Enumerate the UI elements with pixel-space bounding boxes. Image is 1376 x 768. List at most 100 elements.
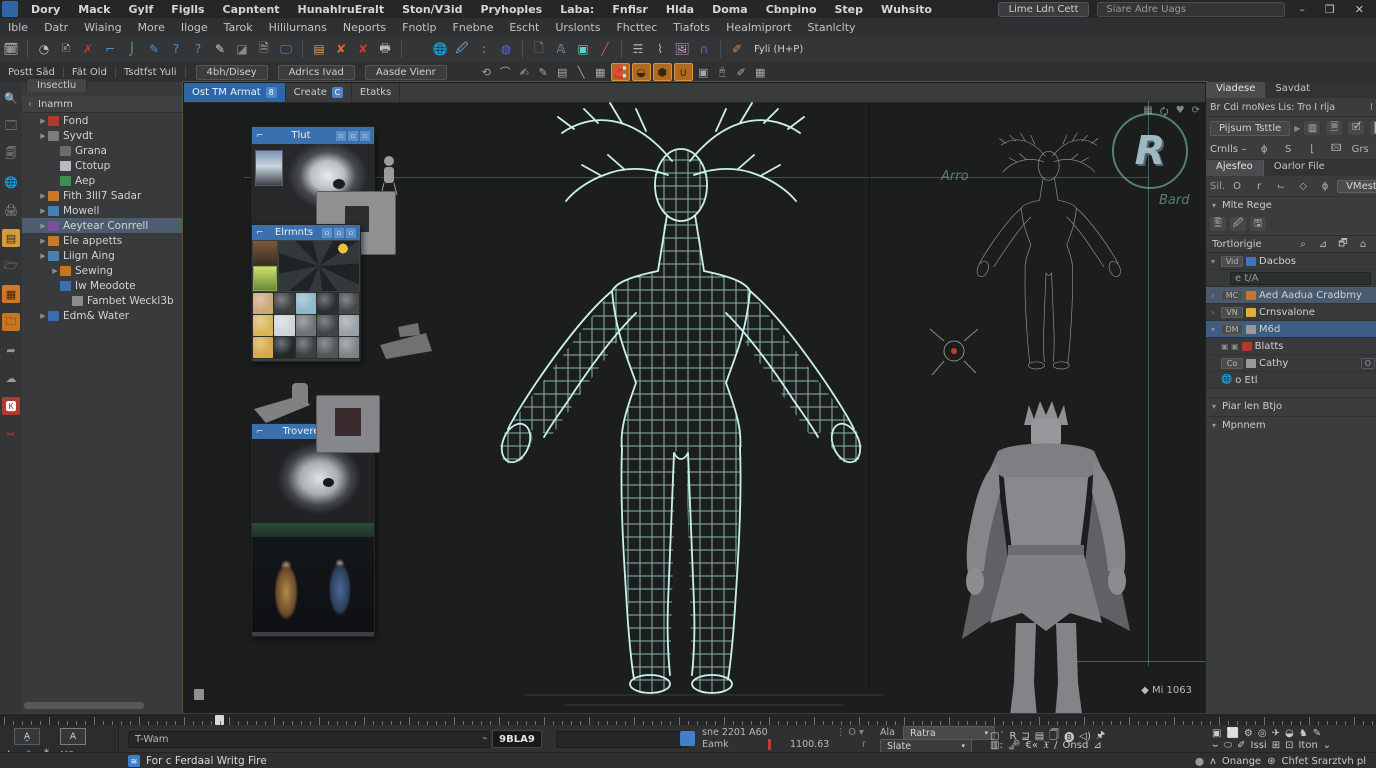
outliner-item-ele-appetts[interactable]: ▶Ele appetts bbox=[22, 233, 182, 248]
tv-icon[interactable]: 🖵 bbox=[276, 40, 296, 58]
chev-icon[interactable]: ⌄ bbox=[1323, 740, 1331, 751]
eamk-label[interactable]: Eamk bbox=[702, 739, 729, 750]
menu2-item-2[interactable]: Wiaing bbox=[76, 21, 129, 34]
material-swatch-10[interactable] bbox=[253, 337, 273, 358]
pose-icon[interactable]: ⌡ bbox=[122, 40, 142, 58]
snap-curve-icon[interactable]: ◒ bbox=[632, 63, 651, 81]
u-icon[interactable]: ⌙ bbox=[1273, 179, 1289, 193]
menu2-item-10[interactable]: Escht bbox=[501, 21, 547, 34]
doc-icon[interactable]: 🗎 bbox=[254, 40, 274, 58]
kf-icon[interactable]: 🅺 bbox=[2, 397, 20, 415]
flag-icon[interactable]: ▛ bbox=[1370, 121, 1376, 135]
menu2-item-15[interactable]: Stanlclty bbox=[800, 21, 864, 34]
gear-status-icon[interactable]: ⊛ bbox=[1267, 756, 1275, 767]
collapse-icon[interactable]: ⌐ bbox=[256, 228, 268, 238]
book-icon[interactable]: ▥ bbox=[1304, 121, 1320, 135]
outliner-item-grana[interactable]: Grana bbox=[22, 143, 182, 158]
gear-icon[interactable]: ⚙ bbox=[1244, 728, 1253, 739]
orange-folder-icon[interactable]: 🗀 bbox=[2, 313, 20, 331]
menu2-item-9[interactable]: Fnebne bbox=[445, 21, 502, 34]
oval-icon[interactable]: ⬭ bbox=[1224, 740, 1233, 751]
notes-icon[interactable]: 🗈 bbox=[56, 40, 76, 58]
heart-small-icon[interactable]: ♥ bbox=[1176, 105, 1185, 122]
material-swatch-11[interactable] bbox=[274, 337, 294, 358]
range-field[interactable]: T-Wam bbox=[128, 731, 490, 748]
check-icon[interactable]: 🗹 bbox=[1348, 121, 1364, 135]
material-swatch-4[interactable] bbox=[339, 293, 359, 314]
r-icon[interactable]: r bbox=[1251, 179, 1267, 193]
tree-row-cathy[interactable]: CoCathyO bbox=[1206, 355, 1376, 372]
diamond-icon[interactable]: ◇ bbox=[1295, 179, 1311, 193]
close-button[interactable]: ✕ bbox=[1349, 3, 1370, 16]
piar-section-header[interactable]: ▾Piar len Btjo bbox=[1206, 397, 1376, 414]
material-swatch-9[interactable] bbox=[339, 315, 359, 336]
node-card-2[interactable] bbox=[316, 395, 380, 453]
collapse-icon[interactable]: ⌐ bbox=[256, 427, 268, 437]
viewport-doc-icon[interactable] bbox=[194, 689, 204, 700]
shelf-tab-3[interactable]: Tsdtfst Yuli bbox=[116, 67, 186, 78]
back-chevron-icon[interactable]: ‹ bbox=[22, 99, 38, 110]
layers-icon[interactable]: ▣ bbox=[1212, 728, 1221, 739]
grs-icon[interactable]: Grs bbox=[1352, 142, 1368, 156]
expand-arrow-icon[interactable]: ▶ bbox=[38, 132, 48, 140]
panel-button-icon[interactable]: ▫ bbox=[334, 228, 344, 238]
material-swatch-2[interactable] bbox=[296, 293, 316, 314]
menu2-item-4[interactable]: Iloge bbox=[173, 21, 216, 34]
shelf-button-2[interactable]: Adrics Ivad bbox=[278, 65, 355, 80]
tort-section-header[interactable]: Tortlorigie ⌕⊿🗗⌂ bbox=[1206, 235, 1376, 252]
shelf-button-3[interactable]: Aasde Vienr bbox=[365, 65, 447, 80]
question2-icon[interactable]: ? bbox=[188, 40, 208, 58]
shelf-tab-1[interactable]: Postt Säd bbox=[0, 67, 64, 78]
palette-icon[interactable]: ▤ bbox=[2, 229, 20, 247]
panel-button-icon[interactable]: ▫ bbox=[322, 228, 332, 238]
material-swatch-1[interactable] bbox=[274, 293, 294, 314]
refresh-small-icon[interactable]: ⟳ bbox=[1192, 105, 1200, 122]
curve-hand-icon[interactable]: ⌒ bbox=[497, 64, 514, 80]
shelf-button-1[interactable]: 4bh/Disey bbox=[196, 65, 268, 80]
tiny4-icon[interactable]: ⌂ bbox=[1355, 237, 1371, 251]
lungs-icon[interactable]: ∩ bbox=[694, 40, 714, 58]
iton-label[interactable]: Iton bbox=[1298, 740, 1317, 751]
hand-icon[interactable]: ✍ bbox=[516, 64, 533, 80]
tiny3-icon[interactable]: 🗗 bbox=[1335, 237, 1351, 251]
tab-ajesfeo[interactable]: Ajesfeo bbox=[1206, 160, 1263, 176]
tree-row-aed-aadua-cradbmy[interactable]: ›MCAed Aadua Cradbmy bbox=[1206, 287, 1376, 304]
pen-orange-icon[interactable]: ✐ bbox=[727, 40, 747, 58]
snap-magnet-icon[interactable]: ∪ bbox=[674, 63, 693, 81]
dot-icon[interactable]: : bbox=[474, 40, 494, 58]
sphere-blue-icon[interactable]: ◍ bbox=[496, 40, 516, 58]
expand-arrow-icon[interactable]: ▶ bbox=[38, 252, 48, 260]
panel2-icon[interactable]: ▥: bbox=[990, 740, 1003, 751]
layout-mode-button[interactable]: Lime Ldn Cett bbox=[998, 2, 1090, 17]
tree-row-o-etl[interactable]: 🌐o Etl bbox=[1206, 372, 1376, 389]
menu-item-11[interactable]: Doma bbox=[703, 3, 757, 16]
clay-icon[interactable]: ☁ bbox=[2, 369, 20, 387]
globe-color-icon[interactable]: 🌐 bbox=[2, 173, 20, 191]
outliner-item-iw-meodote[interactable]: Iw Meodote bbox=[22, 278, 182, 293]
outliner-item-sewing[interactable]: ▶Sewing bbox=[22, 263, 182, 278]
mpnnem-section-header[interactable]: ▾Mpnnem bbox=[1206, 416, 1376, 433]
element-thumb[interactable] bbox=[253, 241, 277, 265]
tree-row-crnsvalone[interactable]: ›VNCrnsvalone bbox=[1206, 304, 1376, 321]
globe-icon[interactable]: 🌐 bbox=[430, 40, 450, 58]
knight-icon[interactable]: ♞ bbox=[1299, 728, 1308, 739]
tree-caret-icon[interactable]: › bbox=[1208, 291, 1218, 300]
frame-icon[interactable]: ⬜ bbox=[1226, 728, 1238, 739]
material-swatch-13[interactable] bbox=[317, 337, 337, 358]
font-box-1[interactable]: A̰ bbox=[14, 728, 40, 745]
menu-item-0[interactable]: Dory bbox=[22, 3, 69, 16]
outliner-item-edm-water[interactable]: ▶Edm& Water bbox=[22, 308, 182, 323]
expand-arrow-icon[interactable]: ▶ bbox=[38, 312, 48, 320]
material-swatch-0[interactable] bbox=[253, 293, 273, 314]
brush-icon[interactable]: ✎ bbox=[210, 40, 230, 58]
menu-item-7[interactable]: Pryhoples bbox=[472, 3, 552, 16]
keys-icon[interactable]: ▣ bbox=[695, 64, 712, 80]
expand-arrow-icon[interactable]: ▶ bbox=[38, 192, 48, 200]
tree-row-blatts[interactable]: ▣ ▣Blatts bbox=[1206, 338, 1376, 355]
panel-tlut-header[interactable]: ⌐ Tlut ▫ ▫ ▫ bbox=[252, 127, 374, 144]
ratra-dropdown[interactable]: Ratra▾ bbox=[903, 726, 995, 740]
menu2-item-12[interactable]: Fhcttec bbox=[608, 21, 665, 34]
text-icon[interactable]: 𝔛 bbox=[1043, 740, 1049, 751]
four-icon[interactable]: ϕ bbox=[1256, 142, 1272, 156]
material-swatch-12[interactable] bbox=[296, 337, 316, 358]
